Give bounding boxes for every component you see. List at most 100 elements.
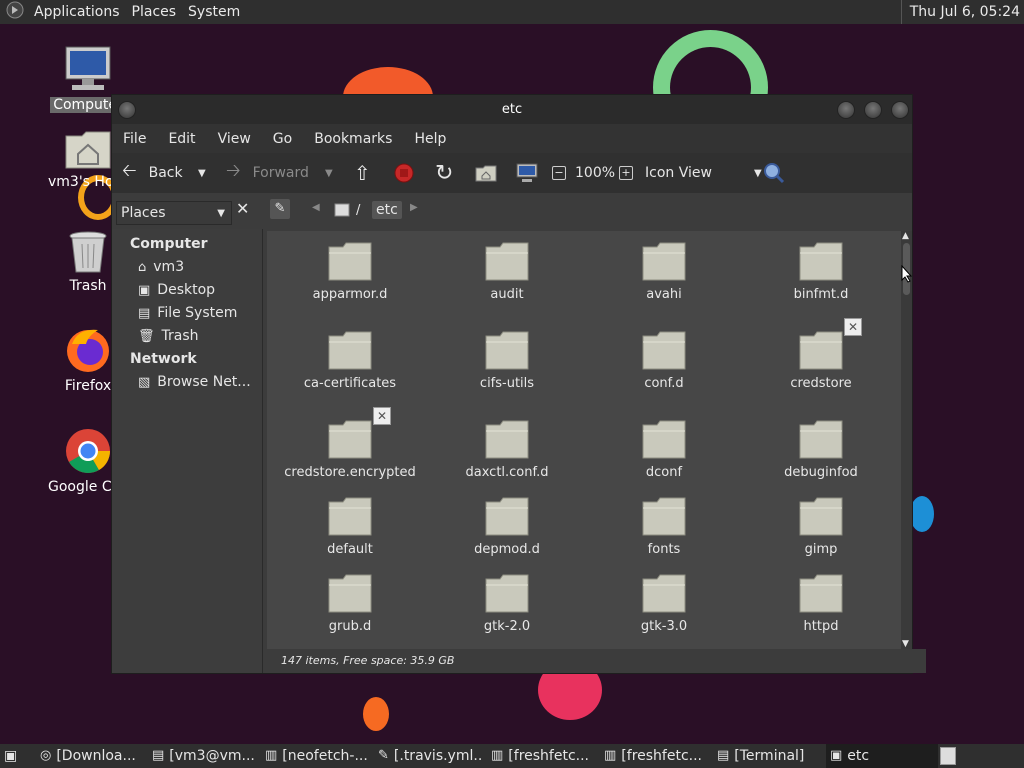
folder-item[interactable]: fonts [589, 496, 739, 557]
folder-item[interactable]: conf.d [589, 330, 739, 391]
folder-icon [642, 331, 686, 370]
up-icon[interactable]: ⇧ [354, 153, 371, 193]
back-history-dropdown[interactable]: ▼ [198, 153, 206, 193]
file-icon-view[interactable]: apparmor.d audit avahi binfmt.d ca-certi… [267, 231, 901, 649]
zoom-out-icon[interactable]: − [552, 153, 566, 193]
sidebar-item-browse-network[interactable]: ▧ Browse Net... [112, 371, 262, 394]
scroll-up-icon[interactable]: ▲ [902, 231, 909, 241]
system-menu[interactable]: System [182, 4, 246, 20]
location-bar: Places ▼ ✕ ✎ ◀ / etc ▶ [112, 193, 912, 229]
folder-item[interactable]: audit [432, 241, 582, 302]
folder-item[interactable]: gimp [746, 496, 896, 557]
task-label: etc [847, 748, 870, 764]
path-root-button[interactable]: / [334, 199, 360, 221]
distro-logo-icon[interactable] [0, 1, 28, 23]
maximize-button[interactable] [864, 101, 882, 119]
path-scroll-left-icon[interactable]: ◀ [312, 202, 320, 213]
folder-name: depmod.d [474, 542, 540, 557]
menu-bookmarks[interactable]: Bookmarks [303, 131, 403, 147]
folder-name: credstore [790, 376, 852, 391]
sidebar-item-trash[interactable]: 🗑 Trash [112, 325, 262, 348]
firefox-icon [67, 329, 109, 372]
window-titlebar[interactable]: etc [112, 95, 912, 124]
drive-icon: ▤ [138, 306, 151, 321]
show-desktop-icon[interactable]: ▣ [4, 744, 17, 768]
folder-item[interactable]: daxctl.conf.d [432, 419, 582, 480]
window-menu-button[interactable] [118, 101, 136, 119]
task-etc[interactable]: ▣ etc [826, 744, 938, 768]
folder-icon [642, 242, 686, 281]
edit-location-icon[interactable]: ✎ [270, 199, 290, 219]
window-title: etc [501, 102, 523, 117]
folder-icon [485, 420, 529, 459]
sidebar-item-vm3[interactable]: ⌂ vm3 [112, 256, 262, 279]
task-terminal[interactable]: ▤ [Terminal] [717, 744, 822, 768]
forward-history-dropdown[interactable]: ▼ [325, 153, 333, 193]
minimize-button[interactable] [837, 101, 855, 119]
zoom-in-icon[interactable]: + [619, 153, 633, 193]
folder-item[interactable]: debuginfod [746, 419, 896, 480]
menu-help[interactable]: Help [403, 131, 457, 147]
folder-item[interactable]: ca-certificates [275, 330, 425, 391]
zoom-level[interactable]: 100% [575, 153, 615, 193]
vertical-scrollbar[interactable]: ▲ ▼ [901, 231, 912, 649]
path-scroll-right-icon[interactable]: ▶ [410, 202, 418, 213]
task-freshfetch-1[interactable]: ▥ [freshfetc... [491, 744, 596, 768]
task-terminal-vm3[interactable]: ▤ [vm3@vm... [152, 744, 257, 768]
task-label: [neofetch-... [282, 748, 368, 764]
top-panel: Applications Places System Thu Jul 6, 05… [0, 0, 1024, 24]
folder-item[interactable]: credstore ✕ [746, 318, 896, 391]
sidebar-item-file-system[interactable]: ▤ File System [112, 302, 262, 325]
folder-icon [799, 420, 843, 459]
folder-item[interactable]: cifs-utils [432, 330, 582, 391]
folder-item[interactable]: binfmt.d [746, 241, 896, 302]
folder-name: grub.d [328, 619, 372, 634]
task-travis-yml[interactable]: ✎ [.travis.yml... [378, 744, 483, 768]
folder-item[interactable]: avahi [589, 241, 739, 302]
search-icon[interactable] [763, 153, 785, 193]
menu-go[interactable]: Go [262, 131, 303, 147]
clock[interactable]: Thu Jul 6, 05:24 [900, 0, 1020, 24]
folder-item[interactable]: grub.d [275, 573, 425, 634]
sidebar-type-select[interactable]: Places ▼ [116, 201, 232, 225]
home-icon[interactable] [475, 153, 497, 193]
folder-item[interactable]: dconf [589, 419, 739, 480]
folder-item[interactable]: default [275, 496, 425, 557]
back-button[interactable]: 🡠 Back [122, 153, 183, 193]
view-mode-select[interactable]: Icon View ▼ [645, 153, 762, 193]
folder-icon [485, 242, 529, 281]
menu-view[interactable]: View [207, 131, 262, 147]
close-sidebar-icon[interactable]: ✕ [236, 199, 249, 218]
workspace-switcher[interactable] [940, 744, 956, 768]
reload-icon[interactable]: ↻ [435, 153, 453, 193]
folder-name: binfmt.d [793, 287, 849, 302]
editor-icon: ✎ [378, 748, 389, 763]
close-button[interactable] [891, 101, 909, 119]
forward-label: Forward [252, 165, 309, 181]
sidebar-item-label: Desktop [157, 282, 216, 298]
folder-icon [642, 574, 686, 613]
stop-icon[interactable] [394, 153, 414, 193]
menu-edit[interactable]: Edit [157, 131, 206, 147]
places-menu[interactable]: Places [126, 4, 183, 20]
path-current-button[interactable]: etc [372, 201, 402, 219]
folder-item[interactable]: depmod.d [432, 496, 582, 557]
sidebar-item-desktop[interactable]: ▣ Desktop [112, 279, 262, 302]
folder-item[interactable]: httpd [746, 573, 896, 634]
chevron-down-icon: ▼ [217, 207, 225, 219]
network-icon: ▧ [138, 375, 151, 390]
menu-file[interactable]: File [112, 131, 157, 147]
folder-item[interactable]: gtk-2.0 [432, 573, 582, 634]
forward-button[interactable]: 🡢 Forward [226, 153, 309, 193]
folder-item[interactable]: credstore.encrypted ✕ [275, 407, 425, 480]
task-freshfetch-2[interactable]: ▥ [freshfetc... [604, 744, 709, 768]
home-folder-icon: ⌂ [138, 260, 147, 275]
applications-menu[interactable]: Applications [28, 4, 126, 20]
folder-item[interactable]: apparmor.d [275, 241, 425, 302]
task-neofetch[interactable]: ▥ [neofetch-... [265, 744, 370, 768]
folder-name: daxctl.conf.d [465, 465, 549, 480]
scroll-down-icon[interactable]: ▼ [902, 639, 909, 649]
folder-item[interactable]: gtk-3.0 [589, 573, 739, 634]
computer-toolbar-icon[interactable] [516, 153, 538, 193]
task-downloads[interactable]: ◎ [Downloa... [40, 744, 145, 768]
